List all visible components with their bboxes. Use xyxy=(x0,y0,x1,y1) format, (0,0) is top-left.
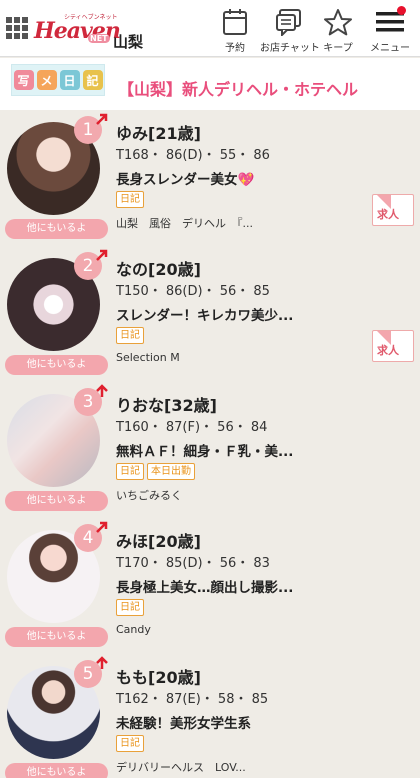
also-available-button[interactable]: 他にもいるよ xyxy=(5,491,108,511)
diary-tag[interactable]: 日記 xyxy=(116,463,144,480)
girl-card[interactable]: 5 他にもいるよ もも[20歳] T162・ 87(E)・ 58・ 85 未経験… xyxy=(0,656,420,778)
nav-keep-button[interactable]: キープ xyxy=(322,8,354,54)
region-label[interactable]: 山梨 xyxy=(113,31,143,52)
nav-shop-chat-label: お店チャット xyxy=(260,43,320,54)
girl-catchphrase: スレンダー！キレカワ美少... xyxy=(116,308,294,324)
chat-icon xyxy=(276,9,301,36)
girl-catchphrase: 長身スレンダー美女💖 xyxy=(116,172,255,188)
nav-menu-button[interactable]: メニュー xyxy=(368,6,412,54)
working-today-tag[interactable]: 本日出勤 xyxy=(147,463,195,480)
logo-net-badge: NET xyxy=(88,34,110,43)
diary-tag[interactable]: 日記 xyxy=(116,599,144,616)
recruit-button[interactable]: 求人 xyxy=(372,330,414,362)
also-available-button[interactable]: 他にもいるよ xyxy=(5,355,108,375)
girl-measurements: T170・ 85(D)・ 56・ 83 xyxy=(116,556,270,571)
site-logo[interactable]: シティヘブンネット Heaven NET xyxy=(34,12,121,46)
girl-name[interactable]: みほ[20歳] xyxy=(116,528,201,552)
girl-catchphrase: 未経験！美形女学生系 xyxy=(116,716,251,732)
recruit-label: 求人 xyxy=(377,344,399,357)
girl-card[interactable]: 4 他にもいるよ みほ[20歳] T170・ 85(D)・ 56・ 83 長身極… xyxy=(0,521,420,658)
diary-tag[interactable]: 日記 xyxy=(116,735,144,752)
rank-up-arrow-icon xyxy=(96,384,108,397)
diary-char: 日 xyxy=(59,70,80,90)
photo-diary-logo[interactable]: 写 メ 日 記 xyxy=(11,64,105,96)
nav-menu-label: メニュー xyxy=(370,43,410,54)
recruit-label: 求人 xyxy=(377,208,399,221)
girl-catchphrase: 無料ＡＦ！細身・Ｆ乳・美... xyxy=(116,444,294,460)
diary-tag[interactable]: 日記 xyxy=(116,327,144,344)
nav-reservation-button[interactable]: 予約 xyxy=(219,8,251,54)
girl-catchphrase: 長身極上美女…顔出し撮影... xyxy=(116,580,294,596)
girl-name[interactable]: ゆみ[21歳] xyxy=(116,120,201,144)
nav-keep-label: キープ xyxy=(323,43,353,54)
girl-name[interactable]: もも[20歳] xyxy=(116,664,201,688)
also-available-button[interactable]: 他にもいるよ xyxy=(5,627,108,647)
nav-shop-chat-button[interactable]: お店チャット xyxy=(260,8,320,54)
girl-measurements: T162・ 87(E)・ 58・ 85 xyxy=(116,692,269,707)
rank-up-arrow-icon xyxy=(96,521,108,533)
girl-measurements: T160・ 87(F)・ 56・ 84 xyxy=(116,420,268,435)
rank-up-arrow-icon xyxy=(96,656,108,669)
recruit-button[interactable]: 求人 xyxy=(372,194,414,226)
shop-name[interactable]: デリバリーヘルス LOV... xyxy=(116,759,246,775)
section-title: 【山梨】新人デリヘル・ホテヘル xyxy=(118,80,359,99)
girl-name[interactable]: りおな[32歳] xyxy=(116,392,217,416)
nav-reservation-label: 予約 xyxy=(225,43,245,54)
grid-menu-icon[interactable] xyxy=(6,17,28,39)
diary-char: 記 xyxy=(82,70,103,90)
also-available-button[interactable]: 他にもいるよ xyxy=(5,219,108,239)
calendar-icon xyxy=(223,9,247,35)
diary-char: メ xyxy=(36,70,57,90)
girl-card[interactable]: 2 他にもいるよ なの[20歳] T150・ 86(D)・ 56・ 85 スレン… xyxy=(0,249,420,386)
girl-measurements: T150・ 86(D)・ 56・ 85 xyxy=(116,284,270,299)
star-icon xyxy=(324,9,352,36)
shop-name[interactable]: 山梨 風俗 デリヘル 『... xyxy=(116,215,253,231)
girl-card[interactable]: 3 他にもいるよ りおな[32歳] T160・ 87(F)・ 56・ 84 無料… xyxy=(0,384,420,522)
girl-name[interactable]: なの[20歳] xyxy=(116,256,201,280)
notification-dot-icon xyxy=(397,6,406,15)
girl-measurements: T168・ 86(D)・ 55・ 86 xyxy=(116,148,270,163)
top-header: シティヘブンネット Heaven NET 山梨 予約 お店チャット キープ メニ… xyxy=(0,0,420,57)
diary-char: 写 xyxy=(13,70,34,90)
rank-up-arrow-icon xyxy=(96,249,108,261)
shop-name[interactable]: Selection M xyxy=(116,351,180,364)
section-banner: 写 メ 日 記 【山梨】新人デリヘル・ホテヘル xyxy=(0,58,420,110)
girl-card[interactable]: 1 他にもいるよ ゆみ[21歳] T168・ 86(D)・ 55・ 86 長身ス… xyxy=(0,113,420,250)
diary-tag[interactable]: 日記 xyxy=(116,191,144,208)
rank-up-arrow-icon xyxy=(96,113,108,125)
shop-name[interactable]: いちごみるく xyxy=(116,487,182,503)
also-available-button[interactable]: 他にもいるよ xyxy=(5,763,108,778)
shop-name[interactable]: Candy xyxy=(116,623,151,636)
